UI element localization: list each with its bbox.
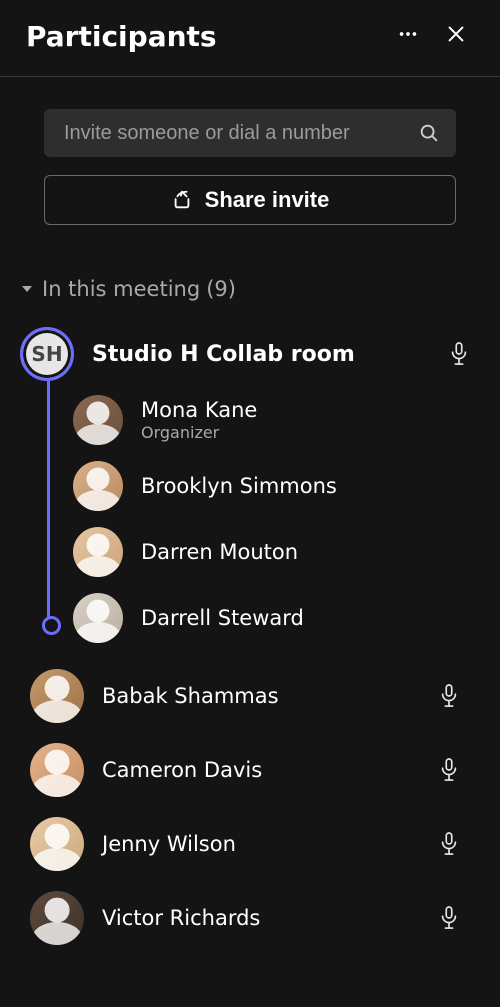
participant-row[interactable]: Babak Shammas — [10, 659, 490, 733]
avatar — [30, 817, 84, 871]
microphone-icon[interactable] — [438, 904, 460, 932]
room-member-row[interactable]: Darrell Steward — [47, 585, 490, 651]
microphone-icon[interactable] — [448, 340, 470, 368]
invite-section: Share invite — [0, 77, 500, 233]
share-invite-label: Share invite — [205, 187, 330, 213]
member-subtitle: Organizer — [141, 423, 257, 442]
more-options-button[interactable] — [390, 18, 426, 54]
section-label: In this meeting — [42, 277, 200, 301]
avatar — [30, 891, 84, 945]
close-button[interactable] — [438, 18, 474, 54]
participant-name: Babak Shammas — [102, 684, 438, 708]
room-members-tree: Mona Kane Organizer Brooklyn Simmons Dar… — [47, 387, 490, 659]
microphone-icon[interactable] — [438, 756, 460, 784]
avatar — [30, 743, 84, 797]
room-row[interactable]: SH Studio H Collab room — [10, 321, 490, 387]
member-name: Darren Mouton — [141, 540, 298, 564]
room-avatar: SH — [20, 327, 74, 381]
search-icon — [418, 122, 440, 144]
participant-name: Jenny Wilson — [102, 832, 438, 856]
room-avatar-initials: SH — [31, 342, 62, 366]
participant-name: Cameron Davis — [102, 758, 438, 782]
microphone-icon[interactable] — [438, 682, 460, 710]
participants-list: SH Studio H Collab room Mona Kane Organi… — [0, 311, 500, 955]
participant-name: Victor Richards — [102, 906, 438, 930]
participant-row[interactable]: Victor Richards — [10, 881, 490, 955]
avatar — [73, 395, 123, 445]
avatar — [73, 461, 123, 511]
panel-header: Participants — [0, 0, 500, 76]
caret-down-icon — [18, 283, 36, 295]
participant-row[interactable]: Jenny Wilson — [10, 807, 490, 881]
section-count: (9) — [206, 277, 236, 301]
room-member-row[interactable]: Brooklyn Simmons — [47, 453, 490, 519]
member-name: Darrell Steward — [141, 606, 304, 630]
share-invite-button[interactable]: Share invite — [44, 175, 456, 225]
avatar — [73, 527, 123, 577]
avatar — [30, 669, 84, 723]
room-member-row[interactable]: Mona Kane Organizer — [47, 387, 490, 453]
participant-row[interactable]: Cameron Davis — [10, 733, 490, 807]
invite-input[interactable] — [62, 121, 404, 146]
avatar — [73, 593, 123, 643]
invite-field[interactable] — [44, 109, 456, 157]
close-icon — [445, 23, 467, 49]
ellipsis-icon — [397, 23, 419, 49]
panel-title: Participants — [26, 20, 378, 53]
section-heading-in-meeting[interactable]: In this meeting (9) — [0, 233, 500, 311]
member-name: Mona Kane — [141, 398, 257, 422]
share-icon — [171, 189, 193, 211]
microphone-icon[interactable] — [438, 830, 460, 858]
member-name: Brooklyn Simmons — [141, 474, 337, 498]
room-member-row[interactable]: Darren Mouton — [47, 519, 490, 585]
participants-panel: Participants — [0, 0, 500, 1007]
room-name: Studio H Collab room — [92, 342, 448, 367]
